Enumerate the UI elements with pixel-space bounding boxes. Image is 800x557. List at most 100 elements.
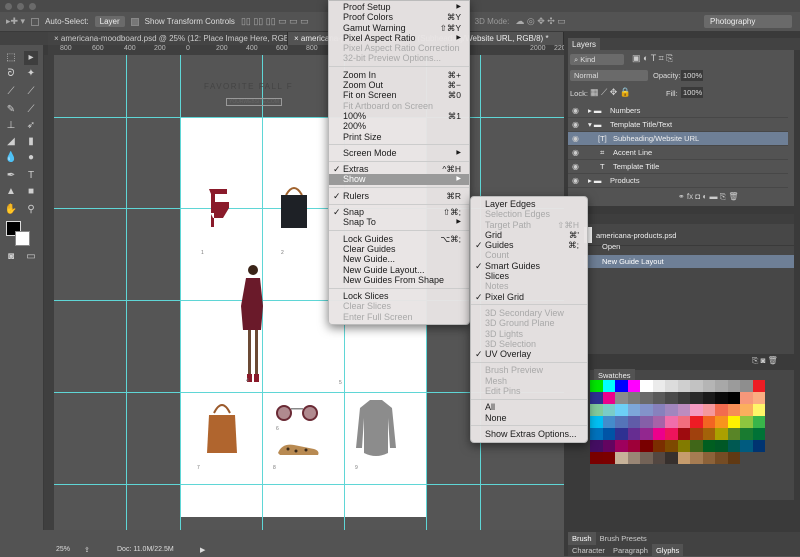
visibility-eye-icon[interactable]: ◉ [572, 146, 579, 160]
layer-filter-dropdown[interactable]: ⌕ Kind [570, 54, 624, 65]
zoom-level[interactable]: 25% [56, 546, 70, 553]
clone-stamp-tool-icon[interactable]: ⊥ [4, 119, 18, 133]
show-menu-item-grid[interactable]: Grid ⌘' [471, 230, 587, 240]
color-swatch[interactable] [627, 404, 640, 416]
view-menu-item-gamut-warning[interactable]: Gamut Warning ⇧⌘Y [329, 23, 469, 33]
color-swatch[interactable] [702, 404, 715, 416]
color-swatch[interactable] [652, 404, 665, 416]
color-swatch[interactable] [715, 380, 728, 392]
color-swatch[interactable] [715, 404, 728, 416]
color-swatch[interactable] [602, 452, 615, 464]
color-swatch[interactable] [640, 452, 653, 464]
view-menu-item-32-bit-preview-options[interactable]: 32-bit Preview Options... [329, 53, 469, 63]
color-swatch[interactable] [652, 392, 665, 404]
eraser-tool-icon[interactable]: ◢ [4, 135, 18, 149]
marquee-tool-icon[interactable]: ⬚ [4, 51, 18, 65]
color-swatch[interactable] [715, 416, 728, 428]
layer-row-subheading[interactable]: ◉ [T] Subheading/Website URL [568, 132, 788, 146]
tab-close-icon[interactable]: × [294, 34, 301, 43]
color-swatch[interactable] [665, 380, 678, 392]
color-swatch[interactable] [627, 380, 640, 392]
color-swatch[interactable] [740, 428, 753, 440]
align-icons[interactable]: ▯▯ ▯▯ ▯▯ ▭ ▭ ▭ [241, 16, 309, 27]
vertical-ruler[interactable] [44, 55, 54, 530]
status-menu-arrow-icon[interactable]: ▶ [200, 546, 205, 554]
horizontal-ruler[interactable]: 800 600 400 200 0 200 400 600 800 2000 2… [48, 45, 570, 55]
view-menu-item-clear-slices[interactable]: Clear Slices [329, 301, 469, 311]
color-swatch[interactable] [702, 452, 715, 464]
show-menu-item-show-extras-options[interactable]: Show Extras Options... [471, 429, 587, 439]
tab-glyphs[interactable]: Glyphs [651, 544, 684, 557]
show-menu-item-all[interactable]: All [471, 402, 587, 412]
color-swatch[interactable] [615, 428, 628, 440]
view-menu-item-proof-setup[interactable]: Proof Setup ▶ [329, 2, 469, 12]
color-swatch[interactable] [690, 452, 703, 464]
color-swatch[interactable] [615, 440, 628, 452]
show-menu-item-3d-ground-plane[interactable]: 3D Ground Plane [471, 318, 587, 328]
visibility-eye-icon[interactable]: ◉ [572, 174, 579, 188]
color-swatch[interactable] [627, 428, 640, 440]
show-menu-item-selection-edges[interactable]: Selection Edges [471, 209, 587, 219]
view-menu-item-pixel-aspect-ratio-correction[interactable]: Pixel Aspect Ratio Correction [329, 43, 469, 53]
color-swatch[interactable] [652, 428, 665, 440]
visibility-eye-icon[interactable]: ◉ [572, 132, 579, 146]
show-menu-item-uv-overlay[interactable]: ✓ UV Overlay [471, 349, 587, 359]
view-menu-item-extras[interactable]: ✓ Extras ^⌘H [329, 164, 469, 174]
lasso-tool-icon[interactable]: ᘐ [4, 67, 18, 81]
brush-tool-icon[interactable]: ⟋ [24, 103, 38, 117]
color-swatch[interactable] [702, 428, 715, 440]
lock-icons[interactable]: ▦ ⟋ ✥ 🔒 [590, 87, 631, 98]
color-swatch[interactable] [640, 428, 653, 440]
view-menu-item-new-guide[interactable]: New Guide... [329, 254, 469, 264]
color-swatch[interactable] [702, 392, 715, 404]
move-tool-icon[interactable]: ▸ [24, 51, 38, 65]
guide-horizontal[interactable] [54, 117, 564, 118]
view-menu-item-fit-artboard-on-screen[interactable]: Fit Artboard on Screen [329, 101, 469, 111]
zoom-tool-icon[interactable]: ⚲ [24, 203, 38, 217]
color-swatch[interactable] [652, 440, 665, 452]
color-swatch[interactable] [627, 452, 640, 464]
color-swatch[interactable] [727, 404, 740, 416]
color-swatch[interactable] [665, 416, 678, 428]
layer-row-accent-line[interactable]: ◉ ⌗ Accent Line [568, 146, 788, 160]
color-swatch[interactable] [727, 428, 740, 440]
color-swatch[interactable] [702, 440, 715, 452]
eyedropper-tool-icon[interactable]: ⟋ [24, 85, 38, 99]
color-swatch[interactable] [615, 416, 628, 428]
color-swatch[interactable] [602, 440, 615, 452]
color-swatch[interactable] [690, 404, 703, 416]
color-swatch[interactable] [615, 380, 628, 392]
color-swatch[interactable] [690, 428, 703, 440]
blend-mode-dropdown[interactable]: Normal [570, 70, 648, 81]
color-swatch[interactable] [602, 428, 615, 440]
screen-mode-icon[interactable]: ▭ [24, 250, 38, 264]
color-swatch[interactable] [677, 404, 690, 416]
show-menu-item-target-path[interactable]: Target Path ⇧⌘H [471, 220, 587, 230]
color-swatch[interactable] [677, 428, 690, 440]
color-swatch[interactable] [652, 452, 665, 464]
color-swatch[interactable] [752, 392, 765, 404]
color-swatch[interactable] [602, 404, 615, 416]
color-swatch[interactable] [677, 452, 690, 464]
share-icon[interactable]: ⇪ [84, 546, 90, 554]
layer-row-products[interactable]: ◉ ▸ ▬ Products [568, 174, 788, 188]
close-window-button[interactable] [5, 3, 12, 10]
show-menu-item-mesh[interactable]: Mesh [471, 376, 587, 386]
view-menu-item-zoom-out[interactable]: Zoom Out ⌘− [329, 80, 469, 90]
layer-row-template-title-text[interactable]: ◉ ▾ ▬ Template Title/Text [568, 118, 788, 132]
view-menu-item-enter-full-screen[interactable]: Enter Full Screen [329, 312, 469, 322]
color-swatch[interactable] [677, 416, 690, 428]
color-swatch[interactable] [640, 416, 653, 428]
show-menu-item-none[interactable]: None [471, 413, 587, 423]
dodge-tool-icon[interactable]: ● [24, 151, 38, 165]
layer-actions-icons[interactable]: ⚭ fx ◘ ◐ ▬ ⎘ 🗑 [678, 192, 738, 202]
visibility-eye-icon[interactable]: ◉ [572, 104, 579, 118]
color-swatch[interactable] [602, 392, 615, 404]
tools-panel-grip[interactable] [0, 32, 48, 45]
color-swatch[interactable] [677, 380, 690, 392]
color-swatch[interactable] [652, 380, 665, 392]
history-actions-icons[interactable]: ⎘ ◙ 🗑 [752, 356, 778, 366]
move-tool-icon[interactable]: ▸✚ ▾ [6, 16, 25, 27]
view-menu-item-snap-to[interactable]: Snap To ▶ [329, 217, 469, 227]
layer-row-template-title[interactable]: ◉ T Template Title [568, 160, 788, 174]
